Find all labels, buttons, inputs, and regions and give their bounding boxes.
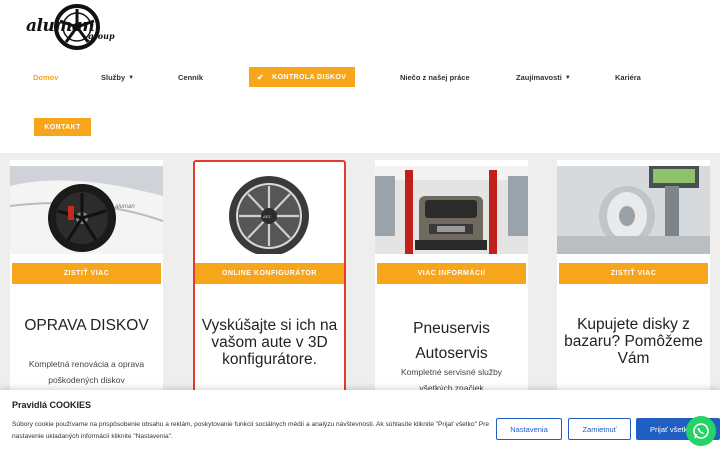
card-repair-title: OPRAVA DISKOV [24,317,149,334]
nav-our-work[interactable]: Niečo z našej práce [400,73,470,82]
svg-text:AEZ: AEZ [263,214,271,219]
logo-subtext: group [88,31,115,41]
card-image-wheel-machine [557,166,710,254]
whatsapp-icon [693,423,709,439]
nav-interesting[interactable]: Zaujímavosti ▼ [516,73,571,82]
service-card-configurator: AEZ ONLINE KONFIGURÁTOR Vyskúšajte si ic… [193,160,346,400]
svg-text:aluman: aluman [115,204,135,210]
logo[interactable]: aluman group [26,4,118,52]
nav-home[interactable]: Domov [33,73,58,82]
check-badge-icon: ✔ [257,72,265,82]
nav-services[interactable]: Služby ▼ [101,73,134,82]
card-image-car-lift [375,166,528,254]
nav-services-label: Služby [101,73,126,82]
card-configurator-button[interactable]: ONLINE KONFIGURÁTOR [195,263,344,284]
card-repair-button[interactable]: ZISTIŤ VIAC [12,263,161,284]
whatsapp-button[interactable] [686,416,716,446]
cookie-reject-button[interactable]: Zamietnuť [568,418,631,440]
nav-check-discs-label: KONTROLA DISKOV [272,73,347,81]
card-tyre-service-title: Pneuservis Autoservis [413,320,490,362]
cookie-text: Súbory cookie používame na prispôsobenie… [12,421,490,440]
card-configurator-title: Vyskúšajte si ich na vašom aute v 3D kon… [201,317,338,368]
nav-check-discs-button[interactable]: ✔ KONTROLA DISKOV [249,67,355,87]
service-card-used-discs: ZISTIŤ VIAC Kupujete disky z bazaru? Pom… [557,160,710,400]
cookie-title: Pravidlá COOKIES [12,400,92,410]
nav-career[interactable]: Kariéra [615,73,641,82]
card-used-discs-title: Kupujete disky z bazaru? Pomôžeme Vám [564,316,703,367]
card-repair-text: Kompletná renovácia a oprava poškodených… [28,359,145,385]
nav-pricing[interactable]: Cenník [178,73,203,82]
card-used-discs-button[interactable]: ZISTIŤ VIAC [559,263,708,284]
nav-interesting-label: Zaujímavosti [516,73,562,82]
cookie-settings-button[interactable]: Nastavenia [496,418,562,440]
logo-wordmark: aluman [26,16,95,36]
service-card-repair: aluman ZISTIŤ VIAC OPRAVA DISKOV Komplet… [10,160,163,400]
service-card-tyre-service: VIAC INFORMÁCIÍ Pneuservis Autoservis Ko… [375,160,528,400]
chevron-down-icon: ▼ [564,75,571,81]
card-image-car-wheel: aluman [10,166,163,254]
card-image-alloy-wheel: AEZ [195,166,344,254]
card-tyre-service-button[interactable]: VIAC INFORMÁCIÍ [377,263,526,284]
page: aluman group Domov Služby ▼ Cenník ✔ KONT… [0,0,720,450]
cookie-banner: Pravidlá COOKIES Súbory cookie používame… [0,390,720,450]
chevron-down-icon: ▼ [128,75,135,81]
nav-contact-button[interactable]: KONTAKT [34,118,91,136]
